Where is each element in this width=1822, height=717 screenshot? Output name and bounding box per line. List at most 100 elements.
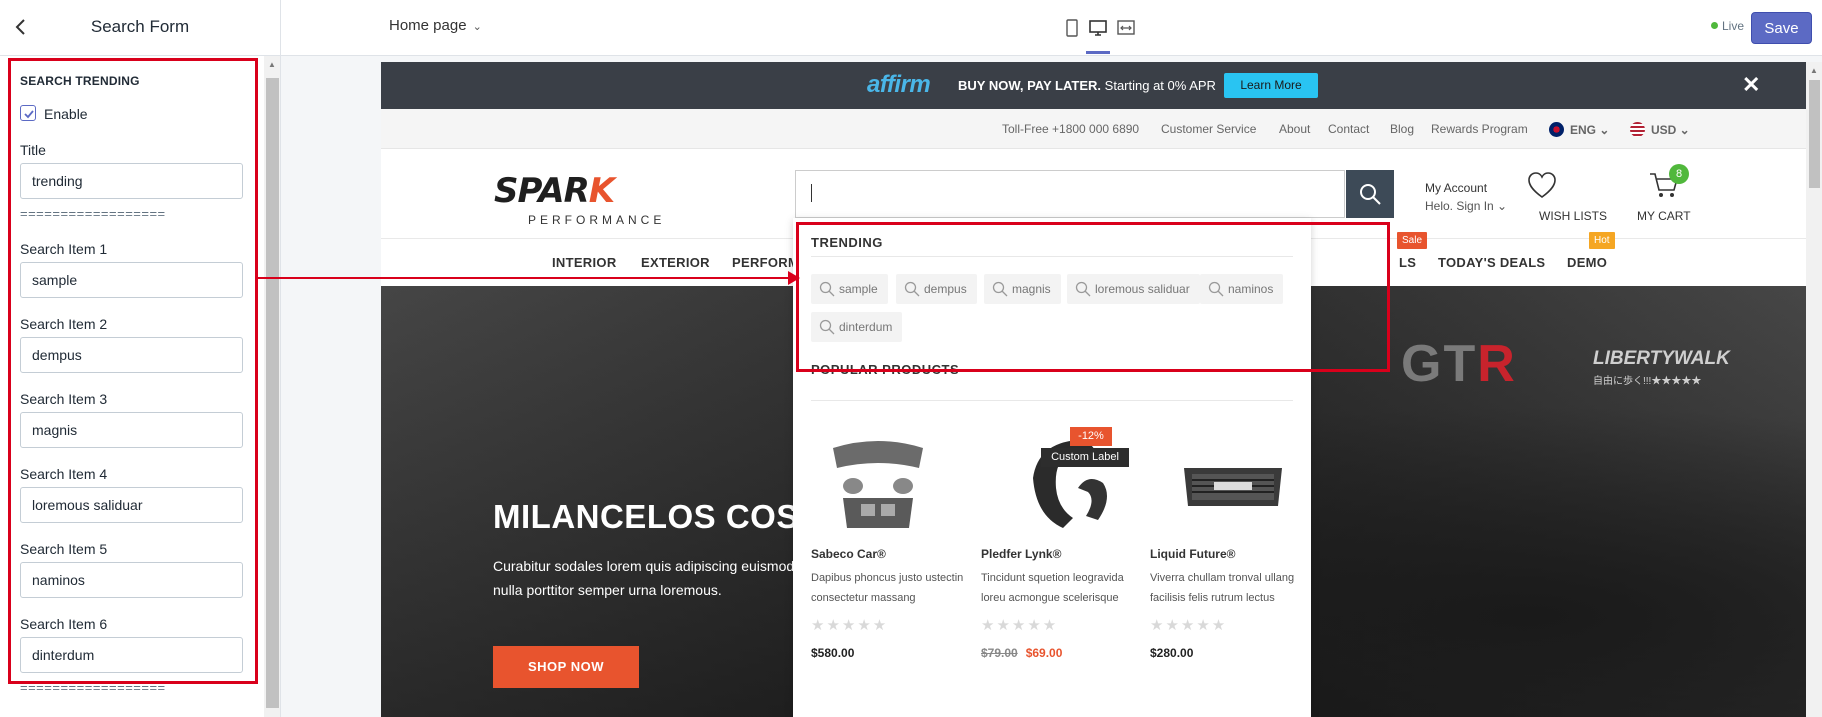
wishlist-label[interactable]: WISH LISTS <box>1539 209 1607 223</box>
spark-logo[interactable]: SPARK <box>494 171 615 211</box>
util-link-phone[interactable]: Toll-Free +1800 000 6890 <box>1002 122 1139 136</box>
product-name[interactable]: Sabeco Car® <box>811 547 886 561</box>
fullwidth-view-icon[interactable] <box>1114 14 1138 44</box>
product-image[interactable] <box>823 428 933 538</box>
product-price: $580.00 <box>811 646 855 660</box>
hot-badge: Hot <box>1589 232 1615 249</box>
nav-item-todays-deals[interactable]: TODAY'S DEALS <box>1438 255 1545 270</box>
scroll-up-icon[interactable]: ▲ <box>1810 66 1818 75</box>
product-description: Dapibus phoncus justo ustectin consectet… <box>811 572 964 604</box>
separator: ================== <box>20 206 166 221</box>
shop-now-button[interactable]: SHOP NOW <box>493 646 639 688</box>
title-input[interactable]: trending <box>20 163 243 199</box>
product-name[interactable]: Pledfer Lynk® <box>981 547 1061 561</box>
chevron-down-icon: ⌄ <box>472 21 482 33</box>
scroll-up-icon[interactable]: ▲ <box>268 60 276 69</box>
util-link-contact[interactable]: Contact <box>1328 122 1369 136</box>
libertywalk-logo: LIBERTYWALK <box>1593 348 1730 369</box>
gtr-logo: GTR <box>1401 335 1517 393</box>
product-name[interactable]: Liquid Future® <box>1150 547 1236 561</box>
arrow-head-icon <box>788 271 800 285</box>
desktop-view-icon[interactable] <box>1086 14 1110 54</box>
currency-selector[interactable]: USD ⌄ <box>1630 122 1690 137</box>
utility-bar: Toll-Free +1800 000 6890 Customer Servic… <box>381 109 1806 149</box>
page-selector-label: Home page <box>389 17 467 34</box>
search-item-2-input[interactable]: dempus <box>20 337 243 373</box>
nav-item-interior[interactable]: INTERIOR <box>552 255 617 270</box>
util-link-rewards[interactable]: Rewards Program <box>1431 122 1528 136</box>
save-button[interactable]: Save <box>1751 12 1812 44</box>
store-preview: affirm BUY NOW, PAY LATER. Starting at 0… <box>381 62 1806 717</box>
promo-subtext: Starting at 0% APR <box>1104 78 1216 93</box>
divider <box>280 0 281 56</box>
search-item-4-input[interactable]: loremous saliduar <box>20 487 243 523</box>
us-flag-icon <box>1630 122 1645 137</box>
enable-label: Enable <box>44 106 88 122</box>
search-item-2-label: Search Item 2 <box>20 316 108 332</box>
discount-badge: -12% <box>1070 427 1112 446</box>
search-item-5-label: Search Item 5 <box>20 541 108 557</box>
search-item-6-label: Search Item 6 <box>20 616 108 632</box>
live-label: Live <box>1722 19 1745 33</box>
mobile-view-icon[interactable] <box>1060 14 1084 44</box>
currency-label: USD <box>1651 123 1677 137</box>
promo-bar: affirm BUY NOW, PAY LATER. Starting at 0… <box>381 62 1806 109</box>
live-status: Live <box>1711 19 1744 33</box>
store-search-input[interactable] <box>795 170 1345 218</box>
old-price: $79.00 <box>981 646 1018 660</box>
search-icon <box>1360 184 1381 205</box>
promo-headline: BUY NOW, PAY LATER. <box>958 78 1102 93</box>
editor-topbar: Search Form Home page ⌄ Live Save <box>0 0 1822 56</box>
util-link-blog[interactable]: Blog <box>1390 122 1414 136</box>
nav-item-demo[interactable]: DEMO <box>1567 255 1607 270</box>
rating-stars: ★★★★★ <box>1150 617 1228 634</box>
cart-count-badge: 8 <box>1669 164 1689 184</box>
search-item-4-label: Search Item 4 <box>20 466 108 482</box>
hero-text: Curabitur sodales lorem quis adipiscing … <box>493 558 795 598</box>
annotation-arrow <box>258 277 790 279</box>
util-link-customer-service[interactable]: Customer Service <box>1161 122 1256 136</box>
product-price: $79.00 $69.00 <box>981 646 1062 660</box>
sale-price: $69.00 <box>1025 646 1063 660</box>
cart-label[interactable]: MY CART <box>1637 209 1691 223</box>
page-selector[interactable]: Home page ⌄ <box>389 17 482 34</box>
title-label: Title <box>20 142 46 158</box>
back-arrow-icon[interactable] <box>14 16 34 40</box>
sale-badge: Sale <box>1397 232 1428 249</box>
section-heading: SEARCH TRENDING <box>20 74 140 88</box>
account-title[interactable]: My Account <box>1425 181 1487 195</box>
language-selector[interactable]: ENG ⌄ <box>1549 122 1609 137</box>
status-dot-icon <box>1711 22 1718 29</box>
separator: ================== <box>20 680 166 695</box>
product-price: $280.00 <box>1150 646 1194 660</box>
nav-item-performance[interactable]: PERFORM <box>732 255 799 270</box>
highlight-box <box>796 222 1390 372</box>
enable-checkbox[interactable] <box>20 105 36 121</box>
account-signin-label: Helo. Sign In <box>1425 199 1494 213</box>
rating-stars: ★★★★★ <box>811 617 889 634</box>
custom-label-badge: Custom Label <box>1041 448 1129 467</box>
rating-stars: ★★★★★ <box>981 617 1059 634</box>
nav-item-exterior[interactable]: EXTERIOR <box>641 255 710 270</box>
search-item-5-input[interactable]: naminos <box>20 562 243 598</box>
search-button[interactable] <box>1346 170 1394 218</box>
divider <box>811 400 1293 401</box>
preview-scrollbar-thumb[interactable] <box>1809 80 1820 188</box>
panel-title: Search Form <box>90 17 190 36</box>
heart-icon[interactable] <box>1527 171 1557 204</box>
product-image[interactable] <box>1178 428 1288 538</box>
search-item-1-input[interactable]: sample <box>20 262 243 298</box>
language-label: ENG <box>1570 123 1597 137</box>
nav-item-deals-partial[interactable]: LS <box>1399 255 1416 270</box>
search-item-6-input[interactable]: dinterdum <box>20 637 243 673</box>
text-cursor <box>811 184 812 202</box>
account-signin[interactable]: Helo. Sign In ⌄ <box>1425 199 1507 213</box>
learn-more-button[interactable]: Learn More <box>1224 73 1318 98</box>
settings-sidebar: ▲ SEARCH TRENDING Enable Title trending … <box>0 56 281 717</box>
close-icon[interactable]: ✕ <box>1742 72 1760 98</box>
search-item-1-label: Search Item 1 <box>20 241 108 257</box>
product-description: Viverra chullam tronval ullang facilisis… <box>1150 572 1295 604</box>
search-item-3-input[interactable]: magnis <box>20 412 243 448</box>
sidebar-scrollbar-thumb[interactable] <box>266 78 279 708</box>
util-link-about[interactable]: About <box>1279 122 1310 136</box>
